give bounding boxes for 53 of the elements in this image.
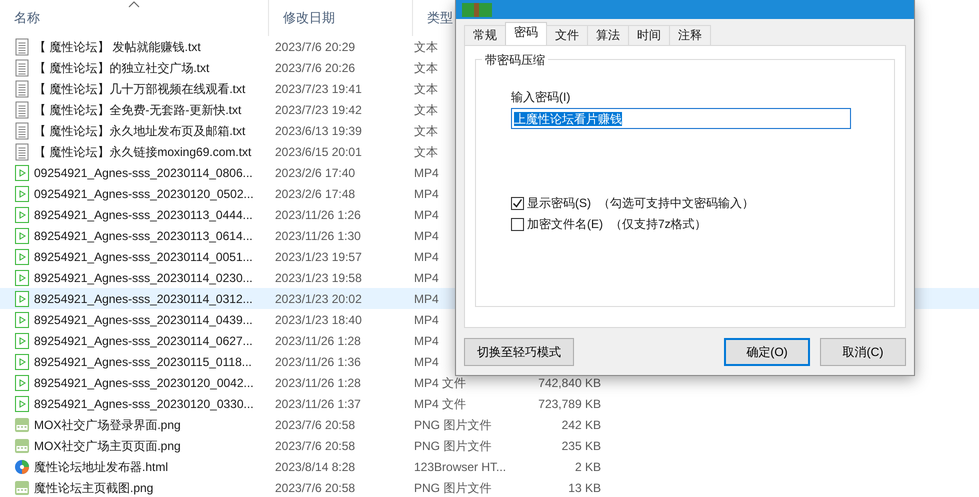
file-date: 2023/7/6 20:58 [275,438,356,452]
file-date: 2023/11/26 1:28 [275,334,361,348]
file-type: PNG 图片文件 [414,418,492,432]
file-date: 2023/11/26 1:37 [275,396,361,410]
file-date: 2023/1/23 18:40 [275,312,362,326]
file-date: 2023/7/6 20:26 [275,60,356,74]
file-type: 文本 [414,124,438,138]
file-type: MP4 [414,312,439,326]
file-type: MP4 [414,228,439,242]
file-type: 文本 [414,82,438,96]
file-type: MP4 [414,292,439,306]
file-date: 2023/6/13 19:39 [275,124,362,138]
file-type: MP4 文件 [414,376,466,390]
file-size: 723,789 KB [538,396,601,410]
file-type: MP4 [414,270,439,284]
file-size: 13 KB [568,480,601,494]
file-type: MP4 [414,208,439,222]
file-date: 2023/1/23 20:02 [275,292,362,306]
file-date: 2023/11/26 1:26 [275,208,361,222]
file-date: 2023/1/23 19:58 [275,270,362,284]
file-date: 2023/7/23 19:42 [275,102,362,116]
file-date: 2023/2/6 17:40 [275,166,356,180]
file-date: 2023/11/26 1:36 [275,354,361,368]
option-note: （勾选可支持中文密码输入） [598,195,754,212]
file-type: MP4 [414,186,439,200]
file-size: 235 KB [562,438,601,452]
file-date: 2023/8/14 8:28 [275,460,356,474]
file-type: PNG 图片文件 [414,480,492,494]
file-date: 2023/6/15 20:01 [275,144,362,158]
file-type: MP4 [414,354,439,368]
file-date: 2023/11/26 1:30 [275,228,361,242]
file-size: 242 KB [562,418,601,432]
file-date: 2023/11/26 1:28 [275,376,361,390]
field-label: 输入密码(I) [511,89,572,106]
file-type: 文本 [414,102,438,116]
file-type: 文本 [414,144,438,158]
file-date: 2023/2/6 17:48 [275,186,356,200]
option-note: （仅支持7z格式） [610,216,707,233]
file-date: 2023/7/6 20:58 [275,418,356,432]
file-type: 文本 [414,60,438,74]
file-type: MP4 [414,250,439,264]
file-date: 2023/1/23 19:57 [275,250,362,264]
file-type: MP4 文件 [414,396,466,410]
file-type: 123Browser HT... [414,460,506,474]
file-type: PNG 图片文件 [414,438,492,452]
file-type: MP4 [414,166,439,180]
file-date: 2023/7/23 19:41 [275,82,362,96]
file-size: 742,840 KB [538,376,601,390]
file-type: MP4 [414,334,439,348]
file-type: 文本 [414,40,438,54]
file-date: 2023/7/6 20:29 [275,40,356,54]
file-size: 2 KB [574,460,601,474]
file-date: 2023/7/6 20:58 [275,480,356,494]
